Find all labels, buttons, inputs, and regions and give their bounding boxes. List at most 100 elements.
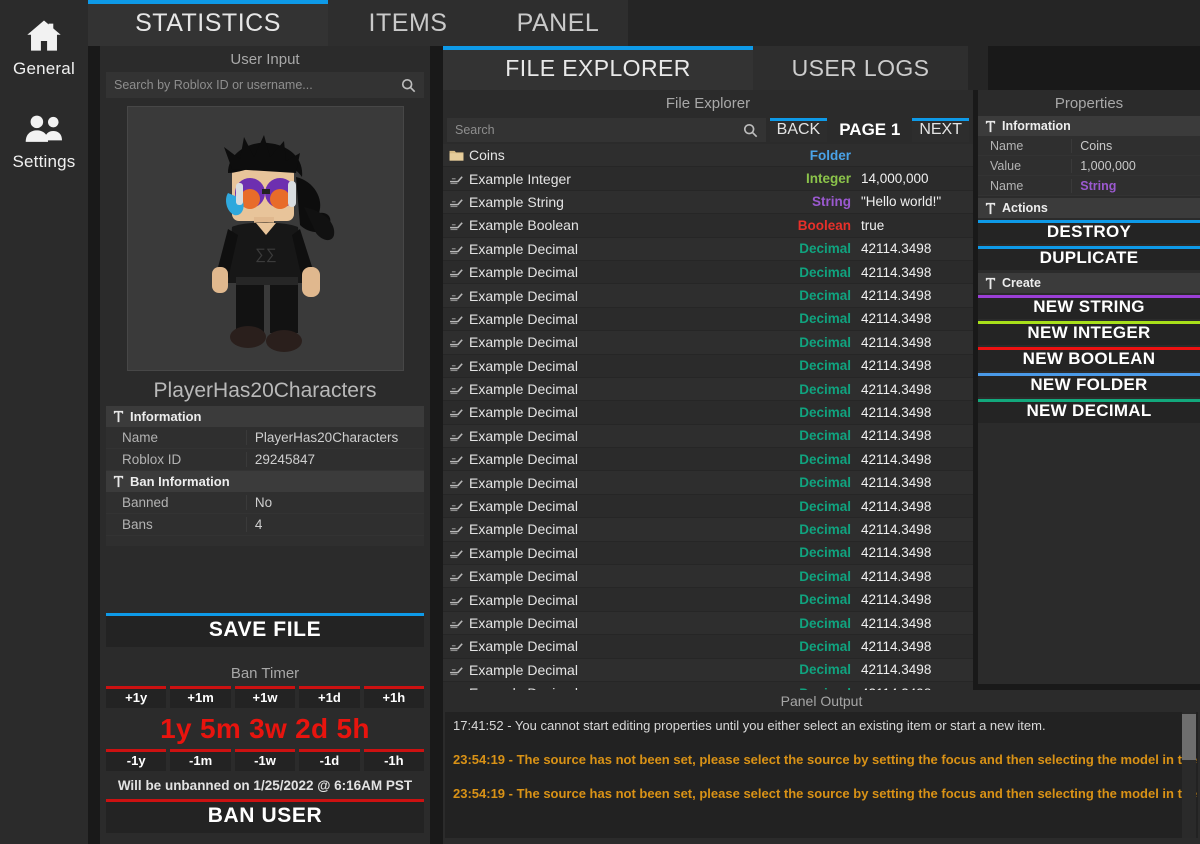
ban-sub-1y-button[interactable]: -1y <box>106 749 167 771</box>
file-row[interactable]: Example Decimal Decimal 42114.3498 <box>443 307 973 332</box>
file-row-value: 42114.3498 <box>861 475 932 491</box>
information-table: Information Name PlayerHas20Characters R… <box>106 406 424 546</box>
new-string-accent <box>978 295 1200 298</box>
file-row[interactable]: Example Boolean Boolean true <box>443 214 973 238</box>
file-row-value: 42114.3498 <box>861 592 932 608</box>
file-row-value: 42114.3498 <box>861 521 932 537</box>
search-icon[interactable] <box>401 78 416 93</box>
ban-add-1y-button[interactable]: +1y <box>106 686 167 708</box>
file-row[interactable]: Example Decimal Decimal 42114.3498 <box>443 565 973 589</box>
sidebar-item-settings[interactable]: Settings <box>0 103 88 182</box>
file-row[interactable]: Coins Folder <box>443 144 973 168</box>
next-button[interactable]: NEXT <box>912 118 969 142</box>
ban-add-1d-button[interactable]: +1d <box>299 686 360 708</box>
file-row[interactable]: Example Decimal Decimal 42114.3498 <box>443 377 973 402</box>
ban-sub-1d-button[interactable]: -1d <box>299 749 360 771</box>
ban-user-button[interactable]: BAN USER <box>106 799 424 833</box>
tab-statistics[interactable]: STATISTICS <box>88 0 328 46</box>
new-integer-button[interactable]: NEW INTEGER <box>978 321 1200 345</box>
tab-items[interactable]: ITEMS <box>328 0 488 46</box>
file-row-value: 42114.3498 <box>861 498 932 514</box>
file-list[interactable]: Coins Folder Example Integer Integer 14,000,… <box>443 144 973 704</box>
file-row-name: Example Decimal <box>469 544 578 561</box>
file-row-value: 42114.3498 <box>861 381 932 397</box>
file-row-value: 42114.3498 <box>861 638 932 654</box>
new-integer-accent <box>978 321 1200 324</box>
new-folder-button[interactable]: NEW FOLDER <box>978 373 1200 397</box>
tab-file-explorer[interactable]: FILE EXPLORER <box>443 46 753 90</box>
row-value[interactable]: Coins <box>1071 138 1200 153</box>
user-search-input[interactable] <box>114 78 401 92</box>
item-icon <box>443 570 469 582</box>
new-string-label: NEW STRING <box>1033 297 1145 316</box>
search-icon[interactable] <box>743 123 758 138</box>
ban-sub-1h-button[interactable]: -1h <box>363 749 425 771</box>
destroy-button[interactable]: DESTROY <box>978 220 1200 244</box>
new-boolean-button[interactable]: NEW BOOLEAN <box>978 347 1200 371</box>
file-row-name: Example Integer <box>469 170 571 187</box>
file-row[interactable]: Example Decimal Decimal 42114.3498 <box>443 635 973 659</box>
panel-output-scrollbar[interactable] <box>1182 712 1196 838</box>
new-decimal-button[interactable]: NEW DECIMAL <box>978 399 1200 423</box>
file-row-name: Example Decimal <box>469 357 578 374</box>
user-search-box[interactable] <box>106 72 424 98</box>
avatar: ∑∑ <box>126 106 404 371</box>
file-row[interactable]: Example Decimal Decimal 42114.3498 <box>443 611 973 636</box>
file-row[interactable]: Example Decimal Decimal 42114.3498 <box>443 471 973 495</box>
file-row[interactable]: Example Decimal Decimal 42114.3498 <box>443 518 973 542</box>
ban-add-1m-button[interactable]: +1m <box>170 686 231 708</box>
file-row[interactable]: Example Decimal Decimal 42114.3498 <box>443 260 973 285</box>
file-row-value: 42114.3498 <box>861 358 932 374</box>
svg-text:∑∑: ∑∑ <box>255 246 276 263</box>
ban-add-1h-button[interactable]: +1h <box>363 686 425 708</box>
tab-panel[interactable]: PANEL <box>488 0 628 46</box>
file-row[interactable]: Example Decimal Decimal 42114.3498 <box>443 237 973 261</box>
duplicate-button[interactable]: DUPLICATE <box>978 246 1200 270</box>
file-row[interactable]: Example String String "Hello world!" <box>443 190 973 215</box>
file-row-name: Example Decimal <box>469 615 578 631</box>
row-value-type[interactable]: String <box>1071 178 1200 193</box>
duplicate-accent <box>978 246 1200 249</box>
ban-add-1w-button[interactable]: +1w <box>234 686 296 708</box>
tag-icon <box>982 200 998 216</box>
folder-icon <box>443 149 469 162</box>
file-row-value: 42114.3498 <box>861 428 932 444</box>
file-row[interactable]: Example Decimal Decimal 42114.3498 <box>443 284 973 308</box>
file-row[interactable]: Example Decimal Decimal 42114.3498 <box>443 658 973 682</box>
sidebar-item-settings-label: Settings <box>12 152 76 171</box>
file-row[interactable]: Example Decimal Decimal 42114.3498 <box>443 401 973 425</box>
back-button[interactable]: BACK <box>769 118 828 142</box>
file-row[interactable]: Example Integer Integer 14,000,000 <box>443 167 973 191</box>
row-key: Bans <box>122 517 153 532</box>
item-icon <box>443 523 469 535</box>
file-search-input[interactable] <box>455 123 743 137</box>
panel-output-scroll-thumb[interactable] <box>1182 714 1196 760</box>
ban-user-accent <box>106 799 424 802</box>
file-row[interactable]: Example Decimal Decimal 42114.3498 <box>443 494 973 519</box>
ban-timer-title: Ban Timer <box>230 665 300 682</box>
tab-user-logs[interactable]: USER LOGS <box>753 46 968 90</box>
file-row-type: Boolean <box>797 217 851 233</box>
tag-icon <box>110 474 126 490</box>
row-key: Name <box>990 178 1024 193</box>
item-icon <box>443 594 469 606</box>
file-row[interactable]: Example Decimal Decimal 42114.3498 <box>443 448 973 472</box>
new-string-button[interactable]: NEW STRING <box>978 295 1200 319</box>
file-row-name: Example Decimal <box>469 381 578 398</box>
panel-output-title: Panel Output <box>780 693 863 709</box>
file-row[interactable]: Example Decimal Decimal 42114.3498 <box>443 541 973 566</box>
ban-sub-1m-button[interactable]: -1m <box>170 749 231 771</box>
file-search-box[interactable] <box>447 118 766 142</box>
file-row[interactable]: Example Decimal Decimal 42114.3498 <box>443 354 973 378</box>
row-value[interactable]: 1,000,000 <box>1071 158 1200 173</box>
file-row[interactable]: Example Decimal Decimal 42114.3498 <box>443 424 973 449</box>
file-row[interactable]: Example Decimal Decimal 42114.3498 <box>443 588 973 612</box>
ban-sub-1w-button[interactable]: -1w <box>234 749 296 771</box>
file-row-type: Decimal <box>799 451 851 467</box>
sidebar-item-general[interactable]: General <box>0 10 88 89</box>
save-file-button[interactable]: SAVE FILE <box>106 613 424 647</box>
item-icon <box>443 406 469 418</box>
file-row[interactable]: Example Decimal Decimal 42114.3498 <box>443 331 973 355</box>
file-row-type: Folder <box>809 147 851 163</box>
file-row-name: Example Decimal <box>469 334 578 351</box>
